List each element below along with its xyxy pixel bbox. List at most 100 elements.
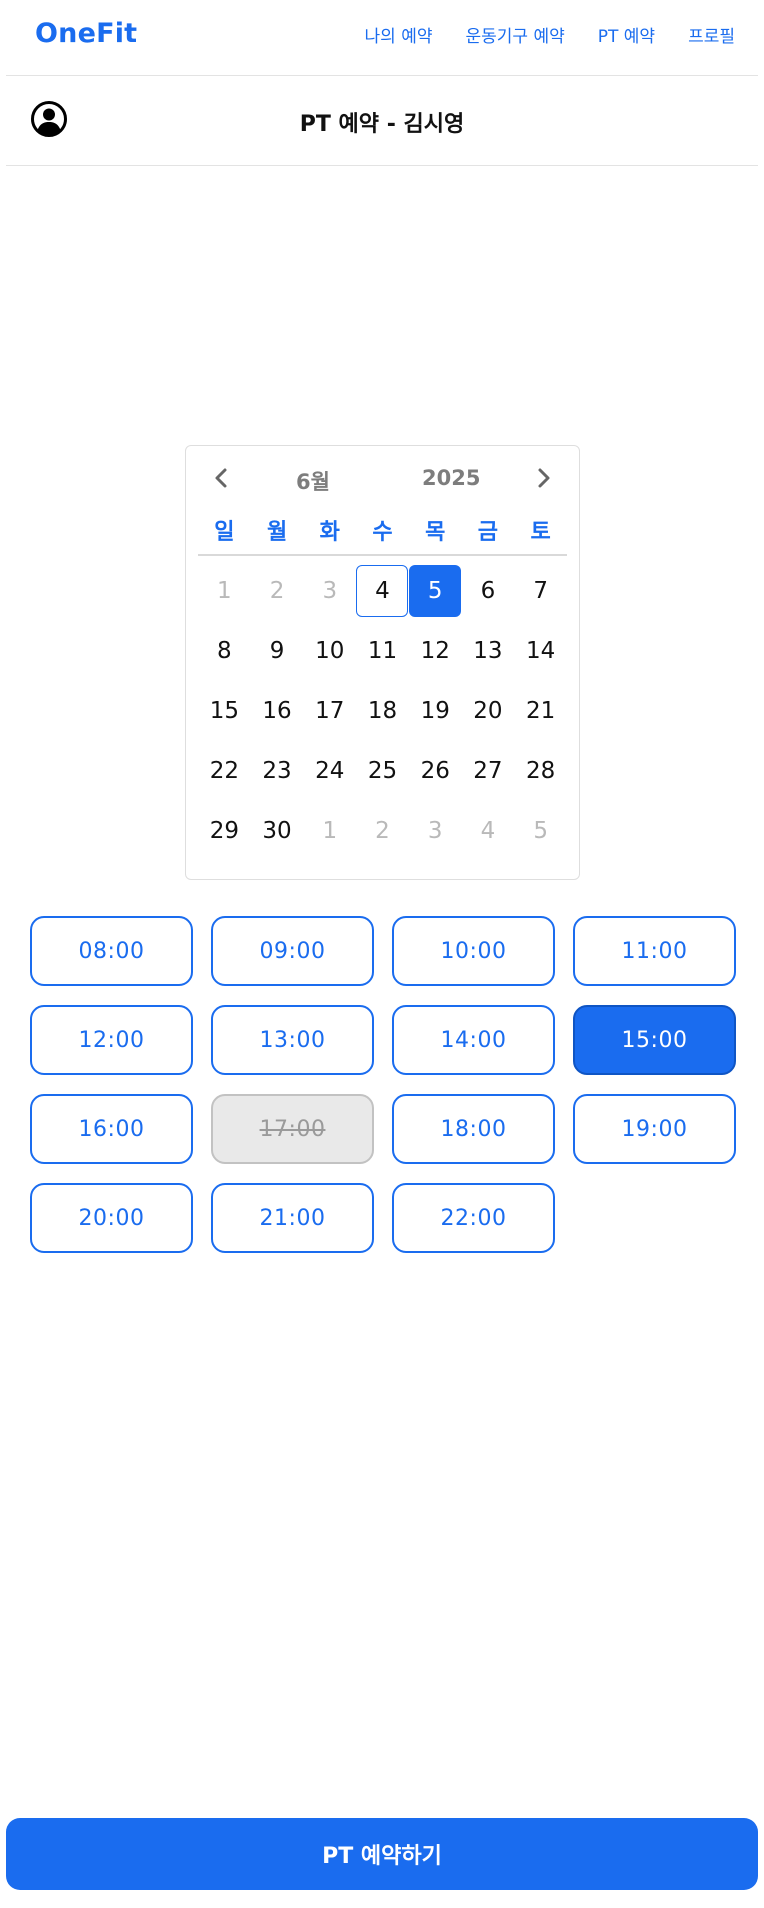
calendar-day[interactable]: 29 (198, 808, 251, 868)
calendar-day-label: 6 (480, 578, 496, 604)
calendar-day-label: 11 (367, 638, 398, 664)
time-slot-grid: 08:00 09:00 10:00 11:00 12:00 13:00 14:00 15:00… (30, 916, 736, 1253)
nav-my-reservations[interactable]: 나의 예약 (365, 22, 433, 47)
time-slot-button[interactable]: 16:00 (30, 1094, 193, 1164)
time-slot-button[interactable]: 10:00 (392, 916, 555, 986)
calendar-day-selected[interactable]: 5 (409, 565, 462, 628)
calendar-day-label: 21 (526, 698, 556, 724)
calendar-days-grid: 1 2 3 4 5 6 7 8 9 10 11 12 13 14 15 16 17 18 19 20 21 22 23 24 2… (198, 565, 567, 868)
calendar-day-label: 18 (367, 698, 398, 724)
calendar-day[interactable]: 20 (462, 688, 515, 748)
calendar-day[interactable]: 6 (462, 568, 515, 628)
calendar-header: 6월 2025 (186, 460, 579, 496)
time-slot-unavailable: 17:00 (211, 1094, 374, 1164)
top-navigation: OneFit 나의 예약 운동기구 예약 PT 예약 프로필 (6, 0, 758, 76)
calendar-day-label: 4 (356, 565, 409, 617)
nav-links: 나의 예약 운동기구 예약 PT 예약 프로필 (365, 22, 735, 47)
calendar-day-label: 1 (217, 578, 232, 604)
calendar-day[interactable]: 2 (251, 568, 304, 628)
calendar-year: 2025 (422, 466, 481, 490)
nav-pt-reservation[interactable]: PT 예약 (598, 22, 655, 47)
calendar-day[interactable]: 3 (303, 568, 356, 628)
calendar-day[interactable]: 4 (462, 808, 515, 868)
calendar-day[interactable]: 12 (409, 628, 462, 688)
chevron-left-icon[interactable] (208, 464, 234, 492)
calendar-day-today[interactable]: 4 (356, 565, 409, 628)
calendar-day-label: 8 (217, 638, 232, 664)
calendar-day[interactable]: 1 (303, 808, 356, 868)
calendar-day-label: 25 (367, 758, 398, 784)
calendar-day-label: 3 (322, 578, 338, 604)
calendar-day[interactable]: 2 (356, 808, 409, 868)
calendar-day-label: 29 (209, 818, 239, 844)
calendar-day[interactable]: 19 (409, 688, 462, 748)
calendar-day-label: 7 (533, 578, 548, 604)
time-slot-button[interactable]: 14:00 (392, 1005, 555, 1075)
calendar-day-label: 28 (526, 758, 556, 784)
calendar-day[interactable]: 16 (251, 688, 304, 748)
weekday-wed: 수 (372, 520, 393, 545)
calendar-day-label: 13 (473, 638, 503, 664)
weekday-header: 일 월 화 수 목 금 토 (198, 516, 567, 556)
calendar-day-label: 30 (262, 818, 292, 844)
calendar-day[interactable]: 8 (198, 628, 251, 688)
book-pt-button[interactable]: PT 예약하기 (6, 1818, 758, 1890)
chevron-right-icon[interactable] (531, 464, 557, 492)
time-slot-button[interactable]: 20:00 (30, 1183, 193, 1253)
calendar-day[interactable]: 27 (462, 748, 515, 808)
calendar-day-label: 9 (269, 638, 285, 664)
calendar-day[interactable]: 21 (514, 688, 567, 748)
calendar-day[interactable]: 22 (198, 748, 251, 808)
date-picker-calendar: 6월 2025 일 월 화 수 목 금 토 1 2 3 4 5 6 7 8 9 10 11 12 13 1… (185, 445, 580, 880)
weekday-sat: 토 (530, 520, 551, 545)
time-slot-button[interactable]: 21:00 (211, 1183, 374, 1253)
calendar-day[interactable]: 28 (514, 748, 567, 808)
calendar-day[interactable]: 18 (356, 688, 409, 748)
time-slot-button[interactable]: 12:00 (30, 1005, 193, 1075)
calendar-day[interactable]: 25 (356, 748, 409, 808)
calendar-day-label: 23 (262, 758, 292, 784)
calendar-day-label: 3 (427, 818, 443, 844)
calendar-day[interactable]: 13 (462, 628, 515, 688)
calendar-day[interactable]: 9 (251, 628, 304, 688)
time-slot-selected[interactable]: 15:00 (573, 1005, 736, 1075)
calendar-day-label: 12 (420, 638, 450, 664)
calendar-day[interactable]: 26 (409, 748, 462, 808)
calendar-day-label: 19 (420, 698, 450, 724)
time-slot-button[interactable]: 11:00 (573, 916, 736, 986)
calendar-day[interactable]: 3 (409, 808, 462, 868)
calendar-day[interactable]: 5 (514, 808, 567, 868)
calendar-day[interactable]: 30 (251, 808, 304, 868)
weekday-sun: 일 (214, 520, 235, 545)
time-slot-button[interactable]: 08:00 (30, 916, 193, 986)
weekday-mon: 월 (266, 520, 288, 545)
nav-equipment-reservation[interactable]: 운동기구 예약 (466, 22, 565, 47)
calendar-day[interactable]: 23 (251, 748, 304, 808)
calendar-day[interactable]: 15 (198, 688, 251, 748)
calendar-day-label: 20 (473, 698, 503, 724)
calendar-day-label: 15 (209, 698, 239, 724)
weekday-fri: 금 (477, 520, 499, 545)
calendar-day-label: 22 (209, 758, 239, 784)
app-logo[interactable]: OneFit (35, 18, 137, 49)
calendar-day[interactable]: 7 (514, 568, 567, 628)
calendar-day-label: 5 (409, 565, 462, 617)
time-slot-button[interactable]: 09:00 (211, 916, 374, 986)
calendar-day[interactable]: 1 (198, 568, 251, 628)
time-slot-button[interactable]: 18:00 (392, 1094, 555, 1164)
calendar-day[interactable]: 11 (356, 628, 409, 688)
time-slot-button[interactable]: 22:00 (392, 1183, 555, 1253)
calendar-day[interactable]: 17 (303, 688, 356, 748)
calendar-day-label: 5 (533, 818, 548, 844)
calendar-day[interactable]: 10 (303, 628, 356, 688)
calendar-day-label: 4 (480, 818, 496, 844)
calendar-day[interactable]: 14 (514, 628, 567, 688)
calendar-day-label: 26 (420, 758, 450, 784)
calendar-day-label: 10 (315, 638, 345, 664)
calendar-day-label: 17 (315, 698, 345, 724)
calendar-day-label: 24 (315, 758, 345, 784)
nav-profile[interactable]: 프로필 (688, 22, 735, 47)
calendar-day[interactable]: 24 (303, 748, 356, 808)
time-slot-button[interactable]: 19:00 (573, 1094, 736, 1164)
time-slot-button[interactable]: 13:00 (211, 1005, 374, 1075)
